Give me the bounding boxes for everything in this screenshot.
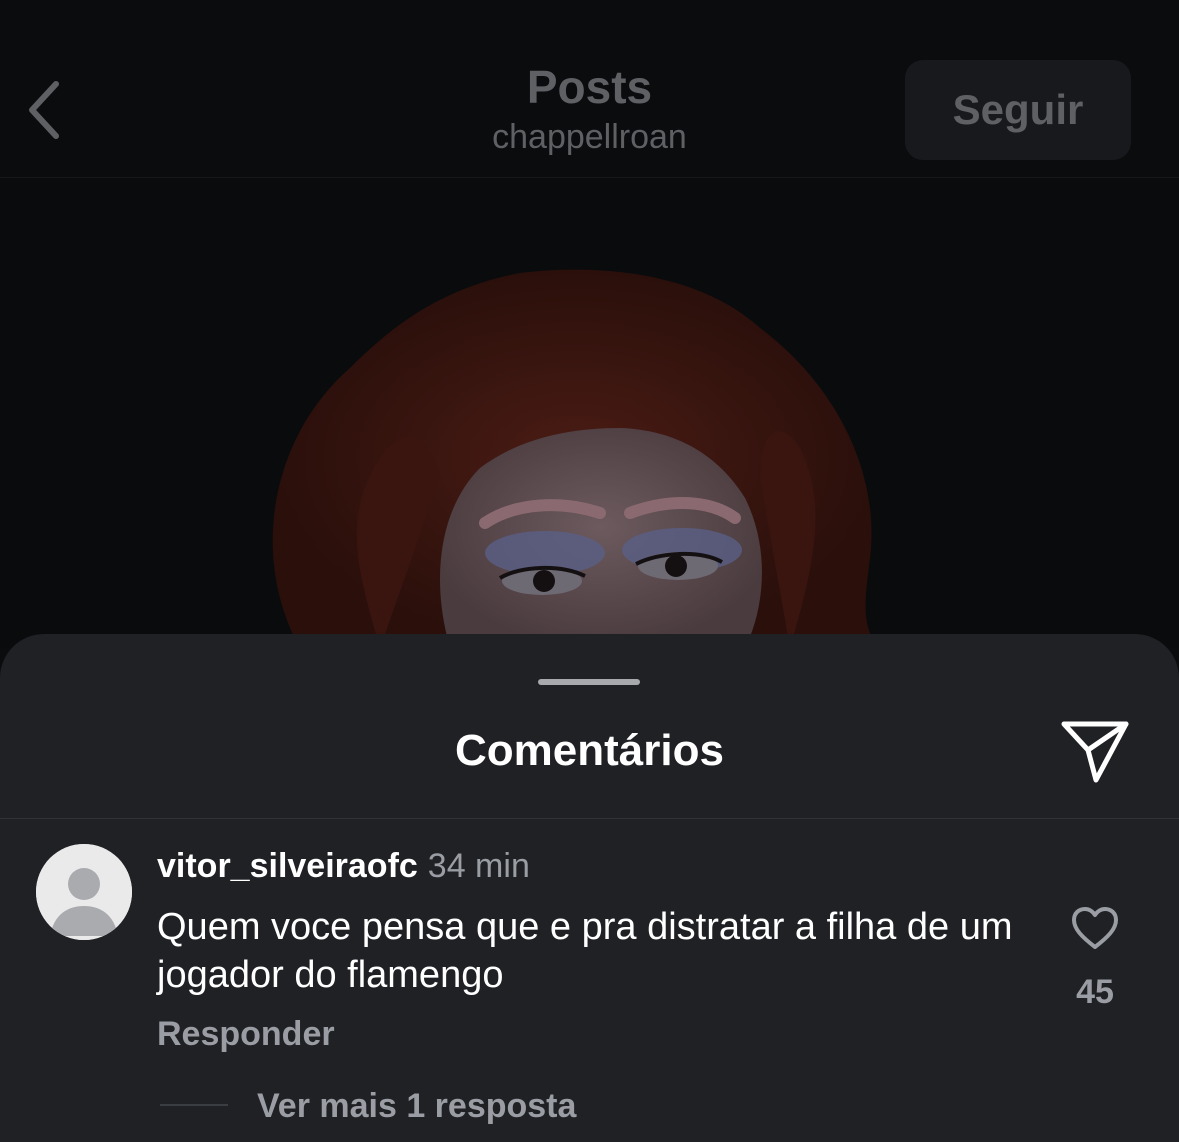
comment-item: vitor_silveiraofc 34 min Quem voce pensa … bbox=[0, 819, 1179, 1139]
like-count: 45 bbox=[1076, 973, 1114, 1011]
avatar[interactable] bbox=[36, 844, 132, 940]
comment-meta: vitor_silveiraofc 34 min bbox=[157, 847, 530, 886]
default-user-avatar-icon bbox=[36, 844, 132, 940]
send-icon bbox=[1061, 721, 1129, 783]
comment-username[interactable]: vitor_silveiraofc bbox=[157, 847, 418, 885]
sheet-drag-handle[interactable] bbox=[538, 679, 640, 685]
heart-outline-icon bbox=[1072, 907, 1118, 949]
comments-sheet: Comentários vitor_silveiraofc 34 min Quem… bbox=[0, 634, 1179, 1142]
top-bar: Posts chappellroan Seguir bbox=[0, 0, 1179, 178]
view-more-replies-button[interactable]: Ver mais 1 resposta bbox=[257, 1087, 576, 1126]
comment-text: Quem voce pensa que e pra distratar a fi… bbox=[157, 906, 1013, 996]
follow-button[interactable]: Seguir bbox=[905, 60, 1131, 160]
post-photo[interactable] bbox=[0, 178, 1179, 648]
replies-indent-line bbox=[160, 1104, 228, 1106]
comments-title: Comentários bbox=[455, 726, 724, 775]
post-screen: Posts chappellroan Seguir Comentários vi… bbox=[0, 0, 1179, 1142]
reply-button[interactable]: Responder bbox=[157, 1015, 335, 1054]
like-button[interactable] bbox=[1070, 905, 1120, 951]
comment-timestamp: 34 min bbox=[427, 847, 530, 885]
share-button[interactable] bbox=[1056, 716, 1134, 788]
post-image bbox=[0, 178, 1179, 648]
